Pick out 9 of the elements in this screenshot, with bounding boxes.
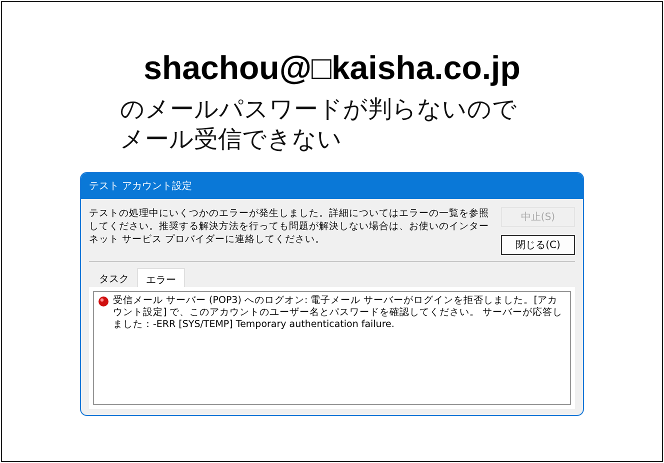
email-heading: shachou@□kaisha.co.jp [144, 48, 520, 88]
tab[interactable]: タスク [91, 268, 137, 291]
dialog-button[interactable]: 閉じる(C) [501, 235, 575, 255]
subtitle-line: のメールパスワードが判らないので [120, 94, 517, 124]
window-title: テスト アカウント設定 [89, 180, 192, 193]
message-text: テストの処理中にいくつかのエラーが発生しました。詳細についてはエラーの一覧を参照してください。推奨する解決方法を行っても問題が解決しない場合は、お使いのインターネット サービス プロバイダーに連絡してください。 [89, 207, 490, 247]
error-message: 受信メール サーバー (POP3) へのログオン: 電子メール サーバーがログインを拒否しました。[アカウント設定] で、このアカウントのユーザー名とパスワードを確認してください。 サーバーが応答しました：-ERR [SYS/TEMP] Temporary authentication failure. [113, 295, 564, 331]
subtitle-line: メール受信できない [120, 124, 343, 154]
error-icon [98, 296, 109, 307]
